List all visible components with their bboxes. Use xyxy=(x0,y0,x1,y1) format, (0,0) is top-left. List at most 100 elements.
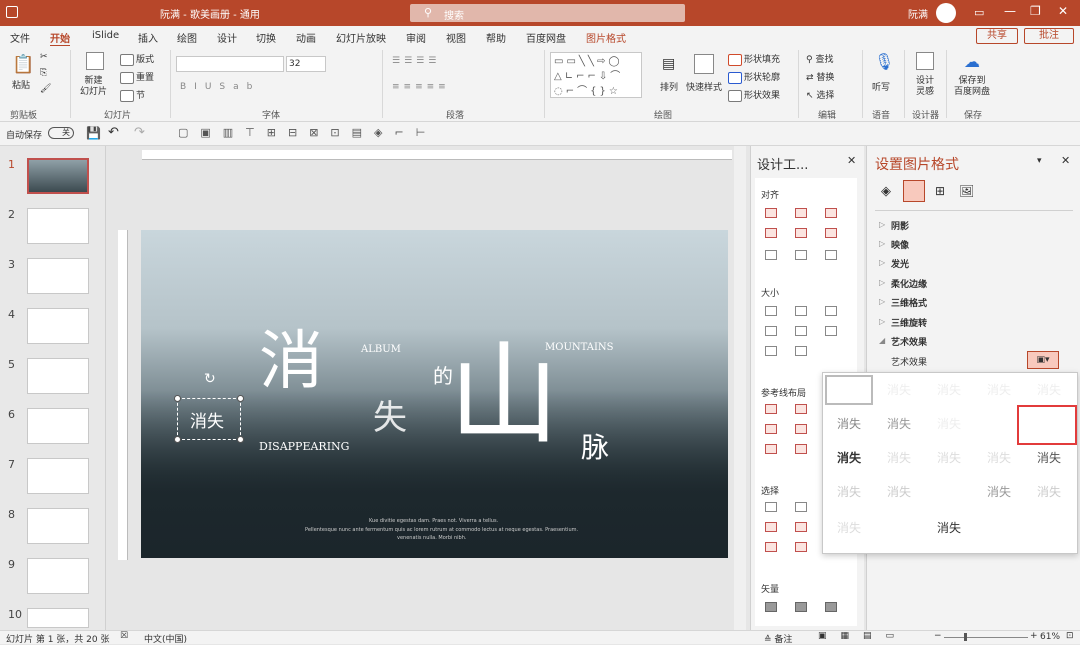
new-slide-button[interactable]: 新建 幻灯片 xyxy=(80,76,107,98)
align-left-icon[interactable] xyxy=(765,208,777,218)
reflection-section[interactable]: 映像 xyxy=(891,238,909,251)
effect-option[interactable]: 消失 xyxy=(1025,375,1073,405)
distribute-icon[interactable] xyxy=(825,250,837,260)
tab-help[interactable]: 帮助 xyxy=(486,30,506,45)
same-height-icon[interactable] xyxy=(795,306,807,316)
3d-format-section[interactable]: 三维格式 xyxy=(891,296,927,309)
designer-button[interactable]: 设计 灵感 xyxy=(916,76,934,98)
tab-view[interactable]: 视图 xyxy=(446,30,466,45)
3d-rotation-section[interactable]: 三维旋转 xyxy=(891,316,927,329)
effect-option[interactable]: 消失 xyxy=(925,375,973,405)
avatar[interactable] xyxy=(936,3,956,23)
tab-slideshow[interactable]: 幻灯片放映 xyxy=(336,30,386,45)
effect-option[interactable]: 消失 xyxy=(925,409,973,439)
artistic-effect-dropdown[interactable]: ▣▾ xyxy=(1027,351,1059,369)
shadow-section[interactable]: 阴影 xyxy=(891,219,909,232)
effect-option[interactable]: 消失 xyxy=(825,513,873,543)
glow-section[interactable]: 发光 xyxy=(891,257,909,270)
expand-arrow-icon[interactable]: ▷ xyxy=(879,278,885,287)
arrange-button[interactable]: 排列 xyxy=(660,80,678,93)
view-buttons[interactable]: ▣▦▤▭ xyxy=(818,631,908,641)
dictate-button[interactable]: 听写 xyxy=(872,80,890,93)
align-buttons[interactable]: ≡≡≡≡≡ xyxy=(392,82,450,92)
vector-icon[interactable] xyxy=(765,602,777,612)
vector-icon[interactable] xyxy=(825,602,837,612)
align-middle-icon[interactable] xyxy=(795,228,807,238)
paste-button[interactable]: 粘贴 xyxy=(12,78,30,91)
effect-option[interactable]: 消失 xyxy=(975,375,1023,405)
resize-handle[interactable] xyxy=(174,436,181,443)
tab-baidu[interactable]: 百度网盘 xyxy=(526,30,566,45)
expand-arrow-icon[interactable]: ▷ xyxy=(879,258,885,267)
distribute-h-icon[interactable] xyxy=(765,250,777,260)
zoom-out-icon[interactable]: − xyxy=(934,631,942,641)
soft-edges-section[interactable]: 柔化边缘 xyxy=(891,277,927,290)
guide-icon[interactable] xyxy=(765,424,777,434)
pane-options-icon[interactable]: ▾ xyxy=(1037,156,1042,166)
tab-review[interactable]: 审阅 xyxy=(406,30,426,45)
comment-button[interactable]: 批注 xyxy=(1024,28,1074,44)
effect-option[interactable] xyxy=(925,477,973,507)
rotate-handle-icon[interactable]: ↻ xyxy=(204,371,216,387)
design-pane-close-icon[interactable]: ✕ xyxy=(847,154,856,167)
tab-draw[interactable]: 绘图 xyxy=(177,30,197,45)
artistic-effects-section[interactable]: 艺术效果 xyxy=(891,335,927,348)
effect-option[interactable]: 消失 xyxy=(825,443,873,473)
size-properties-icon[interactable]: ⊞ xyxy=(935,184,945,198)
resize-handle[interactable] xyxy=(237,436,244,443)
slide[interactable]: 消 失 的 山 脉 ALBUM MOUNTAINS DISAPPEARING 消… xyxy=(141,230,728,558)
expand-arrow-icon[interactable]: ▷ xyxy=(879,220,885,229)
expand-arrow-icon[interactable]: ▷ xyxy=(879,317,885,326)
select-icon[interactable] xyxy=(795,502,807,512)
accessibility-icon[interactable]: ☒ xyxy=(120,631,128,641)
effect-none[interactable] xyxy=(825,375,873,405)
effect-option[interactable]: 消失 xyxy=(925,443,973,473)
align-center-icon[interactable] xyxy=(795,208,807,218)
cut-icon[interactable]: ✂ xyxy=(40,52,48,62)
resize-handle[interactable] xyxy=(174,395,181,402)
effect-option[interactable]: 消失 xyxy=(925,513,973,543)
tab-insert[interactable]: 插入 xyxy=(138,30,158,45)
thumb-slide-9[interactable] xyxy=(27,558,89,594)
tab-islide[interactable]: iSlide xyxy=(92,30,119,41)
select-icon[interactable] xyxy=(765,522,777,532)
zoom-thumb[interactable] xyxy=(964,633,967,641)
effect-option[interactable]: 消失 xyxy=(975,477,1023,507)
effect-option[interactable]: 消失 xyxy=(975,443,1023,473)
effect-highlighted[interactable] xyxy=(1017,405,1077,445)
save-baidu-button[interactable]: 保存到 百度网盘 xyxy=(954,76,990,98)
effect-option[interactable] xyxy=(975,409,1023,439)
expand-arrow-icon[interactable]: ▷ xyxy=(879,239,885,248)
align-right-icon[interactable] xyxy=(825,208,837,218)
size-icon[interactable] xyxy=(765,346,777,356)
layout-button[interactable]: 版式 xyxy=(120,52,154,66)
font-size-field[interactable]: 32 xyxy=(286,56,326,72)
thumb-slide-7[interactable] xyxy=(27,458,89,494)
effects-tab-icon[interactable] xyxy=(903,180,925,202)
shapes-gallery[interactable]: ▭▭╲╲⇨◯ △∟⌐⌐⇩⌒ ◌⌐⌒{}☆ xyxy=(550,52,642,98)
collapse-arrow-icon[interactable]: ◢ xyxy=(879,336,885,345)
effect-option[interactable]: 消失 xyxy=(875,409,923,439)
effect-option[interactable]: 消失 xyxy=(825,409,873,439)
effect-option[interactable]: 消失 xyxy=(1025,477,1073,507)
shape-fill-button[interactable]: 形状填充 xyxy=(728,52,780,66)
same-size-icon[interactable] xyxy=(825,306,837,316)
shape-outline-button[interactable]: 形状轮廓 xyxy=(728,70,780,84)
select-icon[interactable] xyxy=(765,542,777,552)
notes-button[interactable]: ≙ 备注 xyxy=(764,632,792,645)
effect-option[interactable]: 消失 xyxy=(1025,443,1073,473)
quick-styles-button[interactable]: 快速样式 xyxy=(686,80,722,93)
fill-line-icon[interactable]: ◈ xyxy=(881,184,891,199)
selected-textbox[interactable]: 消失 ↻ xyxy=(174,371,244,443)
zoom-slider[interactable] xyxy=(944,637,1028,638)
size-icon[interactable] xyxy=(765,326,777,336)
redo-icon[interactable]: ↷ xyxy=(134,125,145,140)
thumb-slide-8[interactable] xyxy=(27,508,89,544)
expand-arrow-icon[interactable]: ▷ xyxy=(879,297,885,306)
autosave-toggle[interactable]: 关 xyxy=(48,127,74,139)
distribute-v-icon[interactable] xyxy=(795,250,807,260)
tab-design[interactable]: 设计 xyxy=(217,30,237,45)
search-box[interactable]: ⚲ 搜索 xyxy=(410,4,685,22)
select-icon[interactable] xyxy=(765,502,777,512)
effect-option[interactable]: 消失 xyxy=(875,477,923,507)
